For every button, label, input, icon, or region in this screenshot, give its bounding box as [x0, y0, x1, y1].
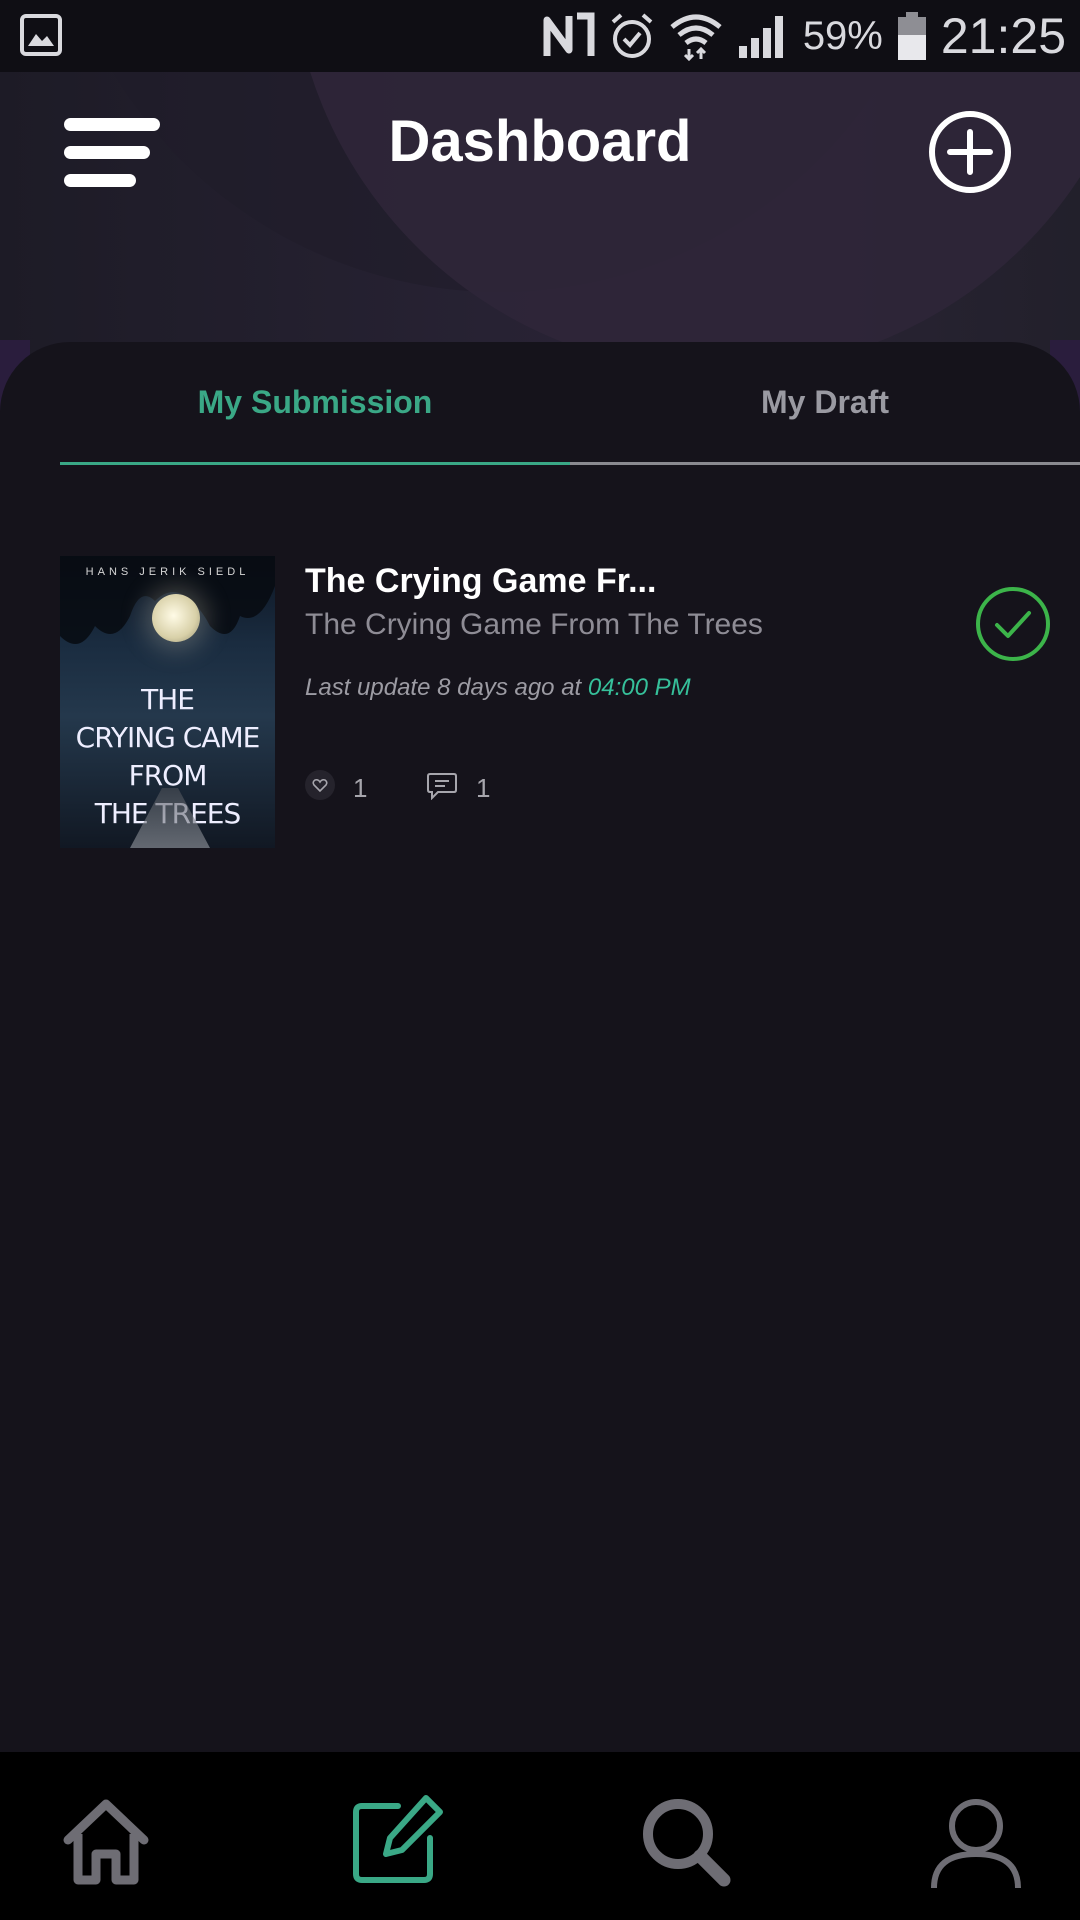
signal-icon — [737, 11, 789, 61]
cover-author: HANS JERIK SIEDL — [85, 566, 250, 578]
last-update-label: Last update 8 days ago at — [305, 674, 582, 701]
heart-icon[interactable] — [305, 770, 335, 807]
clock: 21:25 — [940, 8, 1066, 64]
home-icon[interactable] — [56, 1792, 156, 1892]
add-circle-icon[interactable] — [928, 110, 1012, 194]
submission-item[interactable]: HANS JERIK SIEDL THE CRYING CAME FROM TH… — [60, 556, 1060, 856]
user-icon[interactable] — [926, 1792, 1026, 1892]
alarm-icon — [609, 11, 655, 61]
tab-my-draft[interactable]: My Draft — [570, 384, 1080, 421]
like-count: 1 — [353, 773, 368, 803]
battery-icon — [897, 11, 927, 61]
content-card: My Submission My Draft HANS JERIK SIEDL … — [0, 342, 1080, 1752]
like-stat[interactable]: 1 — [305, 770, 367, 807]
cover-title-line: CRYING CAME — [75, 721, 261, 754]
item-last-update: Last update 8 days ago at 04:00 PM — [305, 674, 691, 702]
cover-title-line: THE — [141, 683, 195, 716]
nfc-icon — [543, 11, 595, 61]
comment-count: 1 — [476, 773, 491, 803]
tab-bar: My Submission My Draft — [60, 384, 1080, 452]
comment-icon[interactable] — [426, 770, 458, 807]
bottom-navigation — [0, 1752, 1080, 1920]
page-title: Dashboard — [388, 109, 692, 174]
book-cover[interactable]: HANS JERIK SIEDL THE CRYING CAME FROM TH… — [60, 556, 275, 848]
tab-my-submission[interactable]: My Submission — [60, 384, 570, 421]
wifi-icon — [669, 11, 723, 61]
item-subtitle: The Crying Game From The Trees — [305, 608, 763, 641]
battery-percent: 59% — [802, 13, 883, 58]
gallery-icon — [20, 14, 62, 56]
search-icon[interactable] — [636, 1792, 736, 1892]
comment-stat[interactable]: 1 — [426, 770, 490, 807]
tab-divider — [570, 462, 1080, 465]
item-title[interactable]: The Crying Game Fr... — [305, 562, 656, 601]
last-update-time: 04:00 PM — [587, 674, 691, 701]
edit-icon[interactable] — [346, 1792, 446, 1892]
moon-graphic — [152, 594, 200, 642]
tab-indicator — [60, 462, 570, 465]
status-bar: 59% 21:25 — [0, 0, 1080, 72]
approved-check-icon — [975, 586, 1051, 662]
